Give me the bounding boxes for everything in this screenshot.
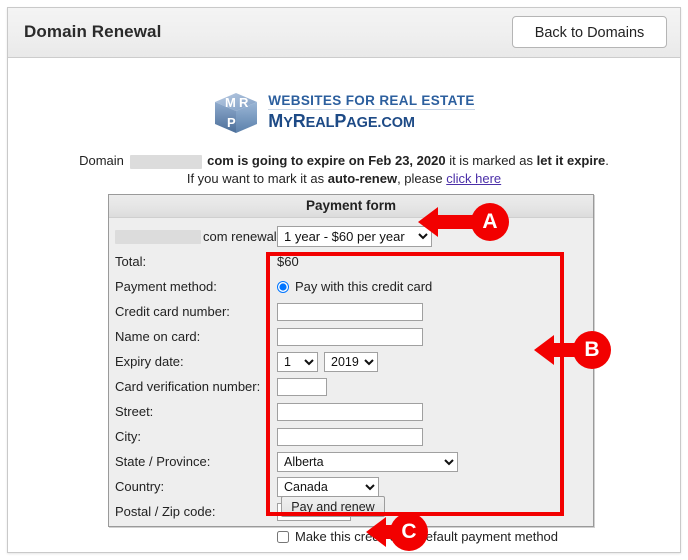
- pay-with-credit-card-option[interactable]: Pay with this credit card: [277, 279, 432, 294]
- pay-with-credit-card-label: Pay with this credit card: [295, 279, 433, 294]
- brand-logo: M R P WEBSITES FOR REAL ESTATE MYREALPAG…: [8, 90, 680, 136]
- credit-card-number-label: Credit card number:: [115, 304, 230, 319]
- notice-line2-prefix: If you want to mark it as: [186, 171, 325, 186]
- row-expiry-date: Expiry date: 1 2019: [115, 349, 593, 374]
- state-province-select[interactable]: Alberta: [277, 451, 458, 472]
- logo-tagline: WEBSITES FOR REAL ESTATE: [268, 93, 475, 110]
- notice-marked-as: it is marked as: [449, 153, 533, 168]
- row-renewal-term: com renewal: 1 year - $60 per year: [115, 224, 593, 249]
- total-value: $60: [277, 254, 299, 269]
- street-input[interactable]: [277, 402, 423, 421]
- renewal-term-label-text: com renewal:: [203, 228, 281, 244]
- pay-with-credit-card-radio[interactable]: [277, 280, 289, 293]
- svg-text:M: M: [225, 95, 236, 110]
- header-bar: Domain Renewal Back to Domains: [8, 8, 680, 58]
- redacted-domain-name-2: [115, 230, 201, 245]
- row-name-on-card: Name on card:: [115, 324, 593, 349]
- pay-and-renew-button[interactable]: Pay and renew: [281, 496, 385, 517]
- payment-form-panel: Payment form com renewal: 1 year - $60 p…: [108, 194, 594, 544]
- logo-brand-y: Y: [283, 115, 293, 131]
- notice-domain-tld: com is going to expire on: [207, 153, 365, 168]
- logo-text: WEBSITES FOR REAL ESTATE MYREALPAGE.COM: [268, 93, 475, 133]
- logo-brand-p: P: [334, 111, 347, 131]
- svg-text:R: R: [239, 95, 249, 110]
- default-payment-method-label: Make this credit card default payment me…: [295, 529, 559, 544]
- row-card-verification: Card verification number:: [115, 374, 593, 399]
- row-default-method: Make this credit card default payment me…: [115, 524, 593, 549]
- notice-period: .: [605, 153, 609, 168]
- back-to-domains-button[interactable]: Back to Domains: [512, 16, 667, 48]
- city-label: City:: [115, 429, 141, 444]
- notice-status: let it expire: [536, 153, 606, 168]
- payment-form-title: Payment form: [109, 195, 593, 218]
- logo-brand-eal: EAL: [305, 115, 335, 131]
- expiry-notice: Domain com is going to expire on Feb 23,…: [8, 152, 680, 188]
- row-credit-card-number: Credit card number:: [115, 299, 593, 324]
- card-verification-label: Card verification number:: [115, 379, 261, 394]
- page-title: Domain Renewal: [24, 22, 162, 41]
- payment-method-label: Payment method:: [115, 279, 217, 294]
- notice-autorenew: auto-renew: [327, 171, 398, 186]
- name-on-card-label: Name on card:: [115, 329, 201, 344]
- country-select[interactable]: Canada: [277, 476, 379, 497]
- default-payment-method-option[interactable]: Make this credit card default payment me…: [277, 529, 558, 544]
- renewal-term-label: com renewal:: [115, 228, 281, 245]
- name-on-card-input[interactable]: [277, 327, 423, 346]
- notice-expiry-date: Feb 23, 2020: [368, 153, 446, 168]
- renewal-term-select[interactable]: 1 year - $60 per year: [277, 226, 432, 247]
- row-street: Street:: [115, 399, 593, 424]
- redacted-domain-name: [129, 154, 202, 169]
- logo-brand-m: M: [268, 111, 284, 131]
- row-total: Total: $60: [115, 249, 593, 274]
- logo-brand-com: .COM: [377, 115, 415, 131]
- total-label: Total:: [115, 254, 147, 269]
- page-frame: Domain Renewal Back to Domains M R P WEB…: [7, 7, 681, 553]
- row-payment-method: Payment method: Pay with this credit car…: [115, 274, 593, 299]
- postal-label: Postal / Zip code:: [115, 504, 216, 519]
- notice-line-1: Domain com is going to expire on Feb 23,…: [8, 152, 680, 170]
- row-city: City:: [115, 424, 593, 449]
- street-label: Street:: [115, 404, 154, 419]
- logo-brand: MYREALPAGE.COM: [268, 110, 474, 133]
- notice-line-2: If you want to mark it as auto-renew, pl…: [8, 170, 680, 188]
- row-state: State / Province: Alberta: [115, 449, 593, 474]
- expiry-date-label: Expiry date:: [115, 354, 184, 369]
- logo-brand-age: AGE: [346, 115, 378, 131]
- city-input[interactable]: [277, 427, 423, 446]
- credit-card-number-input[interactable]: [277, 302, 423, 321]
- card-verification-input[interactable]: [277, 377, 327, 396]
- default-payment-method-checkbox[interactable]: [277, 530, 289, 543]
- click-here-link[interactable]: click here: [446, 171, 501, 186]
- logo-brand-r: R: [292, 111, 306, 131]
- country-label: Country:: [115, 479, 165, 494]
- notice-domain-word: Domain: [79, 153, 124, 168]
- expiry-year-select[interactable]: 2019: [324, 351, 378, 372]
- mrp-cube-icon: M R P: [215, 93, 258, 133]
- notice-line2-mid: , please: [397, 171, 443, 186]
- svg-text:P: P: [227, 115, 236, 130]
- expiry-month-select[interactable]: 1: [277, 351, 318, 372]
- state-label: State / Province:: [115, 454, 211, 469]
